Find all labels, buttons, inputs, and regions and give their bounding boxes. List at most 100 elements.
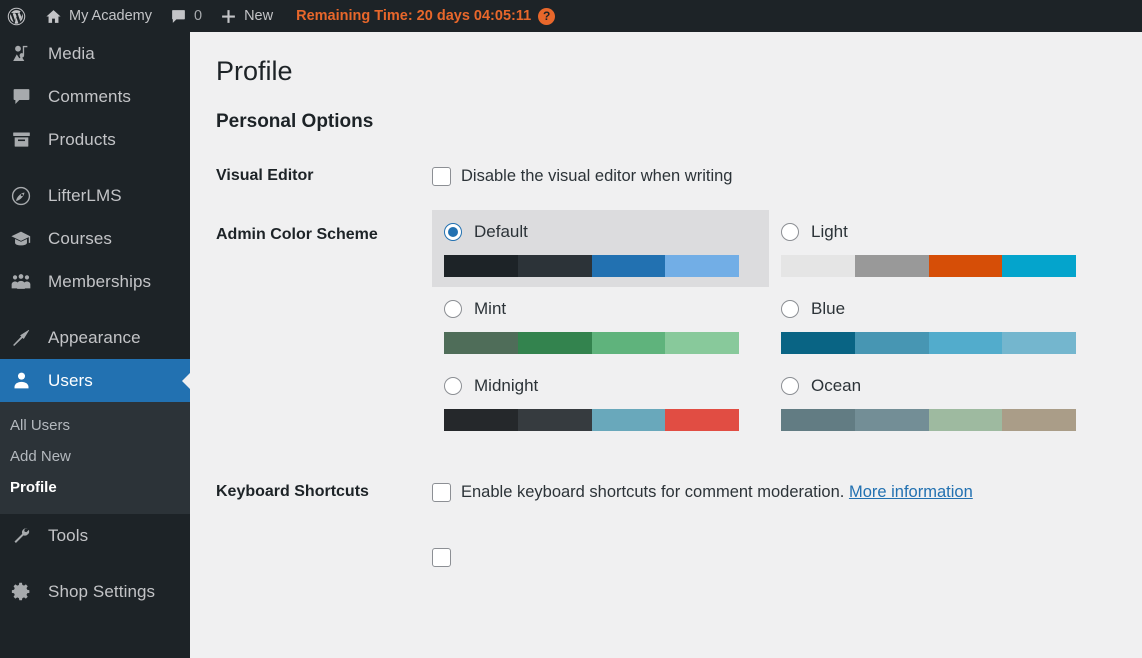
- swatch-color-2: [854, 409, 929, 432]
- swatch-color-1: [444, 332, 518, 355]
- comments-bubble-button[interactable]: 0: [161, 0, 211, 32]
- color-scheme-swatch-light: [781, 255, 1076, 278]
- color-scheme-option-midnight[interactable]: Midnight: [432, 364, 769, 441]
- sidebar-item-users[interactable]: Users: [0, 359, 190, 402]
- users-submenu: All Users Add New Profile: [0, 402, 190, 514]
- keyboard-shortcuts-checkbox-row[interactable]: Enable keyboard shortcuts for comment mo…: [432, 481, 1132, 504]
- color-scheme-name: Ocean: [811, 376, 862, 396]
- remaining-time-label: Remaining Time: 20 days 04:05:11: [296, 8, 532, 24]
- swatch-color-3: [591, 255, 666, 278]
- sidebar-item-label: Appearance: [48, 327, 141, 347]
- home-icon: [45, 8, 62, 25]
- keyboard-shortcuts-checkbox[interactable]: [432, 483, 451, 503]
- keyboard-shortcuts-checkbox-label: Enable keyboard shortcuts for comment mo…: [461, 483, 845, 502]
- swatch-color-1: [444, 409, 518, 432]
- swatch-color-3: [591, 409, 666, 432]
- more-information-link[interactable]: More information: [849, 483, 973, 501]
- gear-icon: [4, 581, 38, 602]
- sidebar-item-label: Products: [48, 129, 116, 149]
- admin-sidebar-menu: Media Comments Products LifterLMS Course…: [0, 32, 190, 658]
- main-content-area: Profile Personal Options Visual Editor D…: [190, 32, 1142, 658]
- swatch-color-3: [928, 255, 1003, 278]
- admin-color-scheme-label: Admin Color Scheme: [216, 226, 378, 244]
- sidebar-item-lifterlms[interactable]: LifterLMS: [0, 174, 190, 217]
- color-scheme-name: Light: [811, 222, 848, 242]
- swatch-color-3: [928, 332, 1003, 355]
- wordpress-logo-button[interactable]: [0, 0, 36, 32]
- sidebar-subitem-profile[interactable]: Profile: [0, 472, 190, 503]
- sidebar-item-memberships[interactable]: Memberships: [0, 260, 190, 303]
- comment-bubble-icon: [170, 8, 187, 25]
- help-icon[interactable]: ?: [538, 7, 556, 25]
- color-scheme-swatch-blue: [781, 332, 1076, 355]
- color-scheme-swatch-midnight: [444, 409, 739, 432]
- color-scheme-radio-ocean[interactable]: [781, 377, 799, 396]
- swatch-color-4: [1002, 332, 1076, 355]
- sidebar-subitem-add-new[interactable]: Add New: [0, 441, 190, 472]
- color-scheme-name: Blue: [811, 299, 846, 319]
- site-name-button[interactable]: My Academy: [36, 0, 161, 32]
- color-scheme-swatch-default: [444, 255, 739, 278]
- table-row-partial-next: [190, 522, 1142, 590]
- color-scheme-option-mint[interactable]: Mint: [432, 287, 769, 364]
- media-icon: [4, 43, 38, 64]
- swatch-color-4: [665, 409, 739, 432]
- admin-color-scheme-picker: Default Light Mint Blue Midnight Ocean: [432, 210, 1132, 441]
- color-scheme-option-blue[interactable]: Blue: [769, 287, 1106, 364]
- color-scheme-option-default[interactable]: Default: [432, 210, 769, 288]
- swatch-color-1: [444, 255, 518, 278]
- profile-form-table: Visual Editor Disable the visual editor …: [190, 147, 1142, 590]
- lifterlms-icon: [4, 185, 38, 207]
- sidebar-item-media[interactable]: Media: [0, 32, 190, 75]
- sidebar-item-comments[interactable]: Comments: [0, 75, 190, 118]
- color-scheme-swatch-mint: [444, 332, 739, 355]
- next-row-checkbox[interactable]: [432, 548, 451, 568]
- sidebar-item-appearance[interactable]: Appearance: [0, 316, 190, 359]
- sidebar-item-label: Memberships: [48, 271, 152, 291]
- swatch-color-4: [665, 255, 739, 278]
- new-content-button[interactable]: New: [211, 0, 282, 32]
- color-scheme-radio-mint[interactable]: [444, 300, 462, 319]
- sidebar-item-products[interactable]: Products: [0, 118, 190, 161]
- sidebar-subitem-all-users[interactable]: All Users: [0, 410, 190, 441]
- visual-editor-label: Visual Editor: [216, 167, 314, 185]
- sidebar-item-label: LifterLMS: [48, 185, 122, 205]
- new-label: New: [244, 8, 274, 24]
- users-icon: [4, 370, 38, 391]
- appearance-icon: [4, 327, 38, 349]
- color-scheme-option-light[interactable]: Light: [769, 210, 1106, 287]
- sidebar-item-label: Courses: [48, 228, 113, 248]
- color-scheme-name: Mint: [474, 299, 507, 319]
- color-scheme-radio-light[interactable]: [781, 223, 799, 242]
- sidebar-item-label: Media: [48, 43, 95, 63]
- swatch-color-1: [781, 409, 855, 432]
- swatch-color-2: [854, 332, 929, 355]
- plus-icon: [220, 8, 237, 25]
- color-scheme-radio-default[interactable]: [444, 223, 462, 242]
- table-row-keyboard-shortcuts: Keyboard Shortcuts Enable keyboard short…: [190, 459, 1142, 522]
- color-scheme-name: Midnight: [474, 376, 539, 396]
- color-scheme-name: Default: [474, 222, 528, 242]
- visual-editor-checkbox[interactable]: [432, 167, 451, 187]
- tools-icon: [4, 525, 38, 546]
- personal-options-heading: Personal Options: [216, 111, 374, 133]
- sidebar-item-shop-settings[interactable]: Shop Settings: [0, 570, 190, 613]
- courses-icon: [4, 228, 38, 250]
- table-row-admin-color-scheme: Admin Color Scheme Default Light Mint Bl…: [190, 206, 1142, 459]
- sidebar-item-label: Shop Settings: [48, 581, 156, 601]
- visual-editor-checkbox-row[interactable]: Disable the visual editor when writing: [432, 165, 1132, 188]
- keyboard-shortcuts-label: Keyboard Shortcuts: [216, 483, 369, 501]
- color-scheme-swatch-ocean: [781, 409, 1076, 432]
- admin-bar: My Academy 0 New Remaining Time: 20 days…: [0, 0, 1142, 32]
- swatch-color-1: [781, 332, 855, 355]
- sidebar-item-tools[interactable]: Tools: [0, 514, 190, 557]
- swatch-color-1: [781, 255, 855, 278]
- sidebar-item-courses[interactable]: Courses: [0, 217, 190, 260]
- color-scheme-radio-midnight[interactable]: [444, 377, 462, 396]
- swatch-color-4: [1002, 409, 1076, 432]
- remaining-time-indicator[interactable]: Remaining Time: 20 days 04:05:11 ?: [282, 7, 556, 25]
- page-title: Profile: [216, 56, 293, 86]
- color-scheme-radio-blue[interactable]: [781, 300, 799, 319]
- color-scheme-option-ocean[interactable]: Ocean: [769, 364, 1106, 441]
- sidebar-item-label: Comments: [48, 86, 131, 106]
